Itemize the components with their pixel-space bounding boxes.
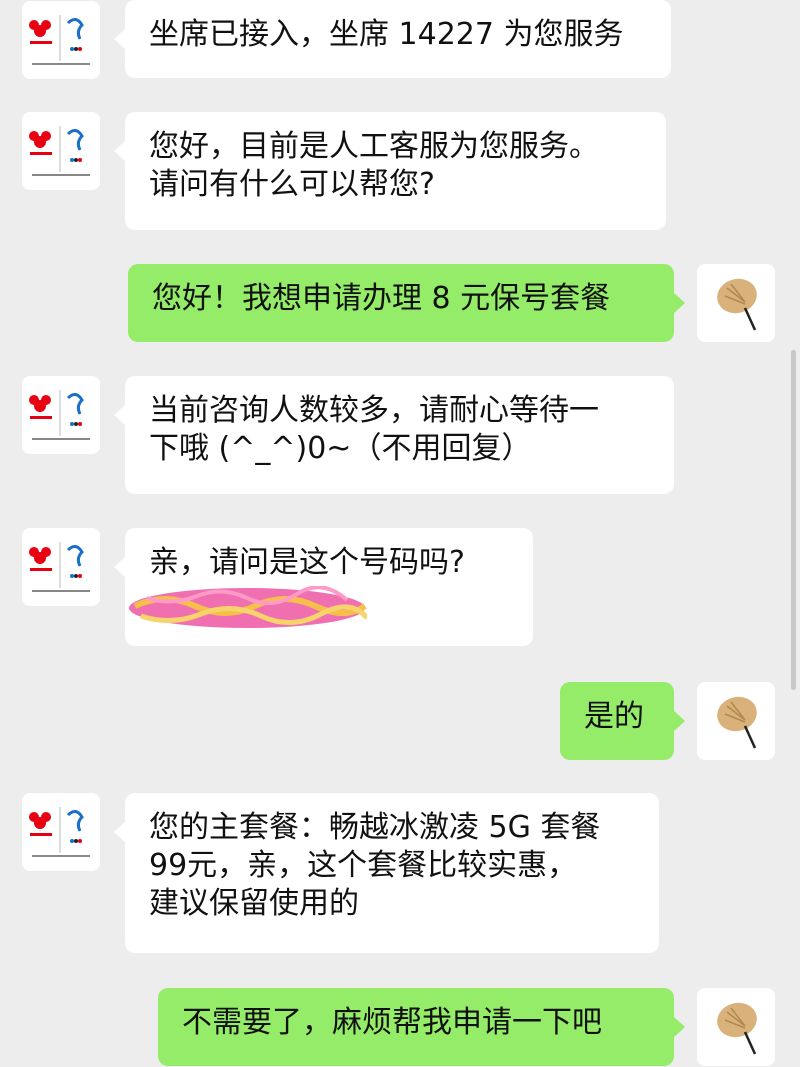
scrollbar[interactable] bbox=[791, 350, 796, 690]
agent-avatar[interactable] bbox=[22, 1, 100, 79]
message-bubble-incoming[interactable]: 坐席已接入，坐席 14227 为您服务 bbox=[114, 0, 671, 78]
china-unicom-logo-icon bbox=[29, 390, 90, 440]
message-text: 不需要了，麻烦帮我申请一下吧 bbox=[182, 1005, 602, 1040]
scribble-redaction-icon bbox=[129, 586, 367, 628]
message-bubble-incoming[interactable]: 当前咨询人数较多，请耐心等待一 下哦 (^_^)0~（不用回复） bbox=[114, 376, 674, 494]
message-bubble-incoming[interactable]: 您好，目前是人工客服为您服务。 请问有什么可以帮您? bbox=[114, 112, 666, 230]
china-unicom-logo-icon bbox=[29, 542, 90, 592]
agent-avatar[interactable] bbox=[22, 112, 100, 190]
message-bubble-outgoing[interactable]: 您好！我想申请办理 8 元保号套餐 bbox=[128, 264, 685, 342]
message-text: 下哦 (^_^)0~（不用回复） bbox=[149, 431, 532, 466]
message-text: 当前咨询人数较多，请耐心等待一 bbox=[149, 393, 599, 428]
message-bubble-outgoing[interactable]: 不需要了，麻烦帮我申请一下吧 bbox=[158, 988, 685, 1066]
user-avatar[interactable] bbox=[697, 264, 775, 342]
message-text: 您的主套餐：畅越冰激凌 5G 套餐 bbox=[149, 810, 601, 845]
user-avatar[interactable] bbox=[697, 988, 775, 1066]
message-text: 99元，亲，这个套餐比较实惠， bbox=[149, 848, 578, 883]
message-text: 是的 bbox=[584, 699, 644, 734]
agent-avatar[interactable] bbox=[22, 376, 100, 454]
message-text: 您好，目前是人工客服为您服务。 bbox=[149, 129, 599, 164]
message-bubble-incoming[interactable]: 您的主套餐：畅越冰激凌 5G 套餐 99元，亲，这个套餐比较实惠， 建议保留使用… bbox=[114, 793, 659, 953]
message-bubble-incoming[interactable]: 亲，请问是这个号码吗? bbox=[114, 528, 533, 646]
user-avatar[interactable] bbox=[697, 682, 775, 760]
china-unicom-logo-icon bbox=[29, 126, 90, 176]
message-text: 您好！我想申请办理 8 元保号套餐 bbox=[152, 281, 611, 316]
message-text: 坐席已接入，坐席 14227 为您服务 bbox=[149, 17, 624, 52]
message-text: 请问有什么可以帮您? bbox=[149, 167, 435, 202]
agent-avatar[interactable] bbox=[22, 793, 100, 871]
palm-leaf-fan-icon bbox=[717, 1002, 757, 1055]
china-unicom-logo-icon bbox=[29, 807, 90, 857]
palm-leaf-fan-icon bbox=[717, 278, 757, 331]
message-bubble-outgoing[interactable]: 是的 bbox=[560, 682, 685, 760]
message-text: 亲，请问是这个号码吗? bbox=[149, 545, 465, 580]
palm-leaf-fan-icon bbox=[717, 696, 757, 749]
agent-avatar[interactable] bbox=[22, 528, 100, 606]
message-text: 建议保留使用的 bbox=[149, 886, 359, 921]
china-unicom-logo-icon bbox=[29, 15, 90, 65]
